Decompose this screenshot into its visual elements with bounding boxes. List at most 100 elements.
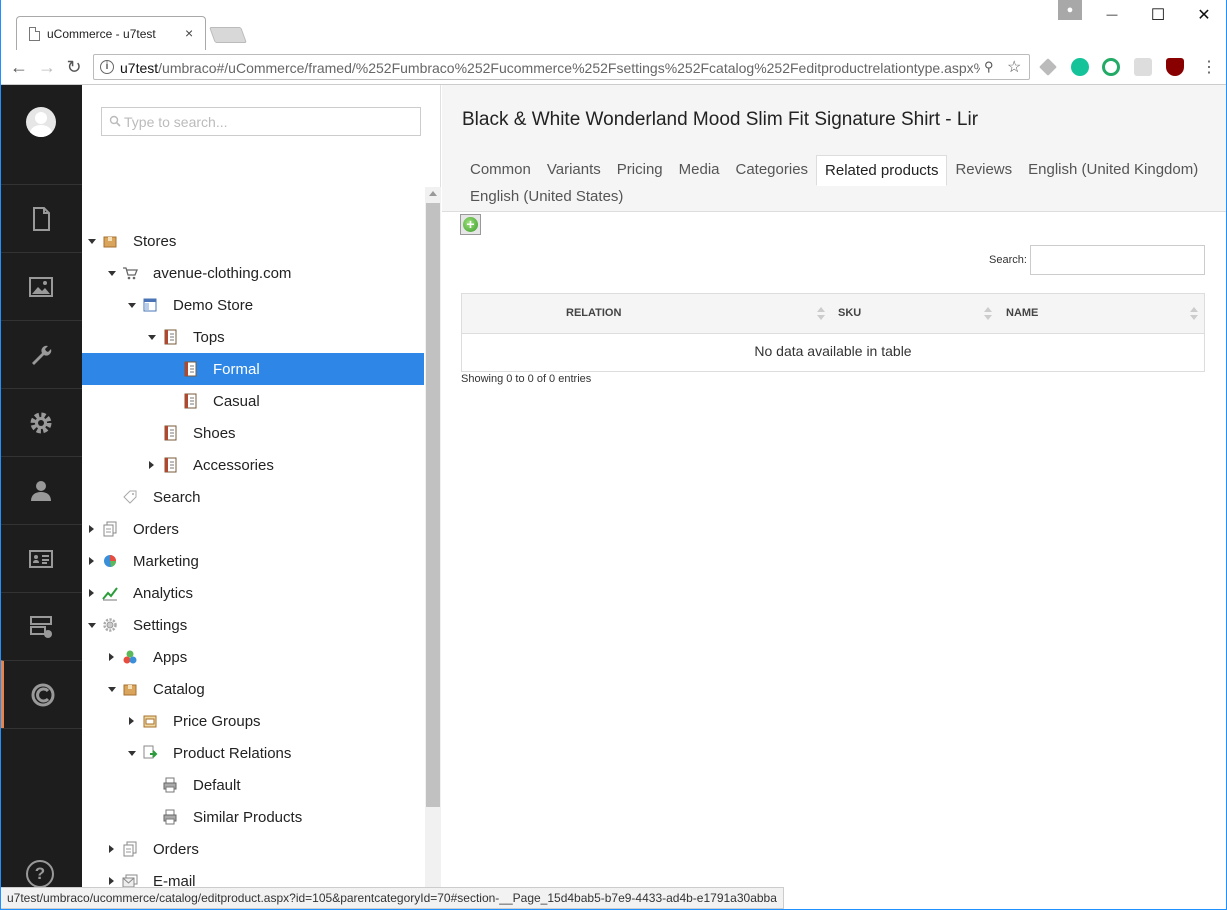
tree-item[interactable]: Formal xyxy=(82,353,424,385)
profile-icon[interactable]: ● xyxy=(1058,0,1082,20)
tab-categories[interactable]: Categories xyxy=(728,155,817,185)
table-search-input[interactable] xyxy=(1030,245,1205,275)
table-search-label: Search: xyxy=(989,254,1027,266)
tree-item-label: Orders xyxy=(133,520,179,538)
tab-english-united-states[interactable]: English (United States) xyxy=(462,182,631,212)
tree-search-input[interactable] xyxy=(124,112,414,132)
caret-down-icon[interactable] xyxy=(108,687,116,692)
extension-icon[interactable] xyxy=(1102,58,1120,76)
browser-tab[interactable]: uCommerce - u7test × xyxy=(16,16,206,50)
catalog-icon xyxy=(184,361,197,377)
wrench-icon[interactable] xyxy=(0,320,82,388)
tab-variants[interactable]: Variants xyxy=(539,155,609,185)
caret-right-icon[interactable] xyxy=(109,845,114,853)
drive-extension-icon[interactable] xyxy=(1039,58,1057,76)
tree-item[interactable]: Orders xyxy=(82,833,424,865)
tree-search[interactable] xyxy=(101,107,421,136)
caret-right-icon[interactable] xyxy=(149,461,154,469)
scrollbar-thumb[interactable] xyxy=(426,203,440,807)
tree-item[interactable]: Product Relations xyxy=(82,737,424,769)
caret-right-icon[interactable] xyxy=(109,877,114,885)
document-icon[interactable] xyxy=(0,184,82,252)
ublock-extension-icon[interactable] xyxy=(1166,58,1184,76)
tree-item[interactable]: Accessories xyxy=(82,449,424,481)
tree-item[interactable]: Search xyxy=(82,481,424,513)
caret-right-icon[interactable] xyxy=(89,557,94,565)
column-header-sku[interactable]: SKU xyxy=(838,307,861,319)
table-info: Showing 0 to 0 of 0 entries xyxy=(461,373,592,385)
store-icon xyxy=(143,298,157,312)
forward-icon[interactable]: → xyxy=(36,56,58,78)
caret-right-icon[interactable] xyxy=(89,525,94,533)
tree-item-label: Accessories xyxy=(193,456,274,474)
caret-down-icon[interactable] xyxy=(148,335,156,340)
tab-common[interactable]: Common xyxy=(462,155,539,185)
tree-item[interactable]: Shoes xyxy=(82,417,424,449)
caret-down-icon[interactable] xyxy=(108,271,116,276)
page-title: Black & White Wonderland Mood Slim Fit S… xyxy=(462,109,979,130)
tab-related-products[interactable]: Related products xyxy=(816,155,948,186)
tree-item[interactable]: Casual xyxy=(82,385,424,417)
menu-icon[interactable]: ⋮ xyxy=(1198,56,1220,78)
add-relation-button[interactable]: + xyxy=(460,214,481,235)
tree-item[interactable]: Catalog xyxy=(82,673,424,705)
tree-item[interactable]: Analytics xyxy=(82,577,424,609)
tree-item-label: Stores xyxy=(133,232,177,250)
sort-icon[interactable] xyxy=(1190,307,1198,321)
forms-icon[interactable] xyxy=(0,592,82,660)
avatar[interactable] xyxy=(26,107,56,137)
maximize-button[interactable]: ☐ xyxy=(1135,0,1181,30)
reload-icon[interactable]: ↻ xyxy=(63,56,85,78)
help-icon[interactable]: ? xyxy=(26,860,54,888)
id-card-icon[interactable] xyxy=(0,524,82,592)
tree-item[interactable]: Apps xyxy=(82,641,424,673)
browser-titlebar: uCommerce - u7test × ● — ☐ ✕ xyxy=(0,0,1227,50)
bookmark-star-icon[interactable]: ☆ xyxy=(1007,57,1021,77)
column-header-relation[interactable]: RELATION xyxy=(566,307,621,319)
tree-item[interactable]: Orders xyxy=(82,513,424,545)
user-icon[interactable] xyxy=(0,456,82,524)
key-icon[interactable]: ⚲ xyxy=(984,59,994,75)
info-icon[interactable]: i xyxy=(100,60,114,74)
tab-close-icon[interactable]: × xyxy=(185,25,193,41)
caret-down-icon[interactable] xyxy=(128,751,136,756)
url-text[interactable]: u7test/umbraco#/uCommerce/framed/%252Fum… xyxy=(120,60,980,76)
tree-item[interactable]: Marketing xyxy=(82,545,424,577)
tree-item[interactable]: Stores xyxy=(82,225,424,257)
tree-scrollbar[interactable] xyxy=(425,187,441,910)
tab-media[interactable]: Media xyxy=(671,155,728,185)
tree-item-label: Casual xyxy=(213,392,260,410)
caret-right-icon[interactable] xyxy=(129,717,134,725)
app-sections-nav: ? xyxy=(0,85,82,910)
image-icon[interactable] xyxy=(0,252,82,320)
tree-item[interactable]: Settings xyxy=(82,609,424,641)
back-icon[interactable]: ← xyxy=(8,56,30,78)
close-button[interactable]: ✕ xyxy=(1181,0,1227,30)
tree-item[interactable]: avenue-clothing.com xyxy=(82,257,424,289)
editor-header: Black & White Wonderland Mood Slim Fit S… xyxy=(442,85,1226,212)
sort-icon[interactable] xyxy=(984,307,992,321)
tree-item[interactable]: Similar Products xyxy=(82,801,424,833)
caret-right-icon[interactable] xyxy=(89,589,94,597)
caret-down-icon[interactable] xyxy=(128,303,136,308)
caret-down-icon[interactable] xyxy=(88,239,96,244)
minimize-button[interactable]: — xyxy=(1089,0,1135,30)
caret-down-icon[interactable] xyxy=(88,623,96,628)
new-tab-button[interactable] xyxy=(209,27,247,43)
sort-icon[interactable] xyxy=(817,307,825,321)
grammarly-extension-icon[interactable] xyxy=(1071,58,1089,76)
cast-extension-icon[interactable] xyxy=(1134,58,1152,76)
tab-reviews[interactable]: Reviews xyxy=(947,155,1020,185)
tree-item[interactable]: Default xyxy=(82,769,424,801)
tree-item-label: Apps xyxy=(153,648,188,666)
ucommerce-icon[interactable] xyxy=(0,660,82,728)
tab-english-united-kingdom[interactable]: English (United Kingdom) xyxy=(1020,155,1206,185)
gear-icon[interactable] xyxy=(0,388,82,456)
caret-right-icon[interactable] xyxy=(109,653,114,661)
tree-item[interactable]: Tops xyxy=(82,321,424,353)
tree-item[interactable]: Demo Store xyxy=(82,289,424,321)
address-bar[interactable]: i u7test/umbraco#/uCommerce/framed/%252F… xyxy=(93,54,1030,80)
tree-item[interactable]: Price Groups xyxy=(82,705,424,737)
tab-pricing[interactable]: Pricing xyxy=(609,155,671,185)
column-header-name[interactable]: NAME xyxy=(1006,307,1038,319)
